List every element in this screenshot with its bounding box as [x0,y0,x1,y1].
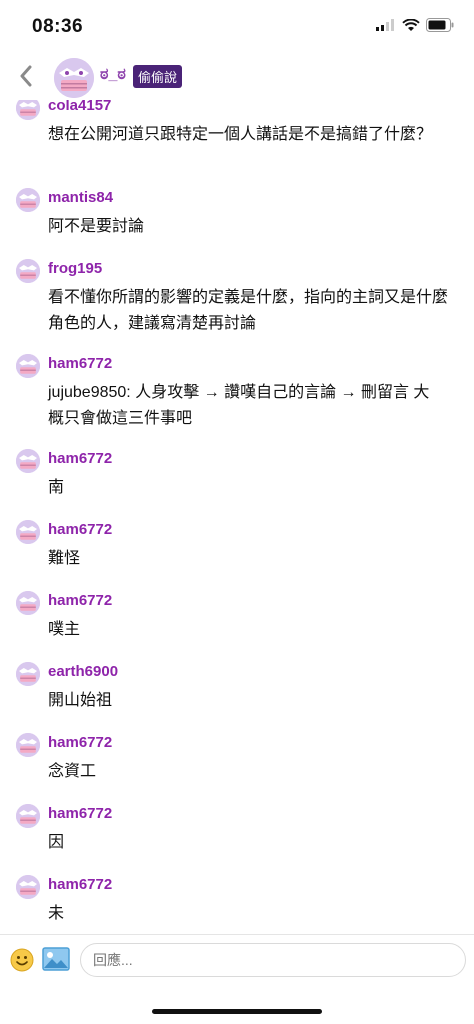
wifi-icon [402,18,420,31]
reply-input[interactable] [80,943,466,977]
avatar[interactable] [16,354,40,378]
emoji-button[interactable] [10,948,34,972]
status-time: 08:36 [32,16,84,37]
message-text: 想在公開河道只跟特定一個人講話是不是搞錯了什麼？ [48,126,433,143]
image-upload-button[interactable] [42,947,70,971]
message-text: 難怪 [48,550,81,567]
avatar[interactable] [54,58,94,98]
qualifier-badge: 偷偷說 [133,65,183,88]
avatar[interactable] [16,733,40,757]
mask-avatar-icon [16,591,40,615]
reply-composer [0,934,474,987]
battery-icon [426,18,454,32]
avatar[interactable] [16,259,40,283]
username[interactable]: ham6772 [48,805,112,822]
username[interactable]: frog195 [48,260,102,277]
username[interactable]: ham6772 [48,355,112,372]
avatar[interactable] [16,591,40,615]
avatar[interactable] [16,804,40,828]
smiley-icon [10,948,34,972]
message-text: 噗主 [48,621,81,638]
mask-avatar-icon [16,733,40,757]
username[interactable]: ham6772 [48,876,112,893]
username[interactable]: mantis84 [48,189,113,206]
message-text: 南 [48,479,65,496]
home-indicator[interactable] [152,1009,322,1014]
message-text: 未 [48,905,65,922]
avatar[interactable] [16,449,40,473]
mask-avatar-icon [16,520,40,544]
avatar[interactable] [16,520,40,544]
mask-avatar-icon [16,662,40,686]
username[interactable]: ham6772 [48,592,112,609]
status-bar: 08:36 [0,0,474,56]
author-nickname[interactable]: ಠ_ಠ [100,66,126,84]
message-text: 因 [48,834,65,851]
avatar[interactable] [16,188,40,212]
plurk-header: ಠ_ಠ 偷偷說 [0,56,474,100]
status-icons [376,18,454,32]
message-text: 開山始祖 [48,692,113,709]
mask-avatar-icon [16,875,40,899]
message-text: 阿不是要討論 [48,218,145,235]
mask-avatar-icon [16,804,40,828]
mask-avatar-icon [16,354,40,378]
avatar[interactable] [16,875,40,899]
username[interactable]: earth6900 [48,663,118,680]
mask-avatar-icon [16,259,40,283]
chevron-left-icon [20,65,32,87]
mask-avatar-icon [54,58,94,98]
message-text: 念資工 [48,763,97,780]
mask-avatar-icon [16,188,40,212]
username[interactable]: ham6772 [48,734,112,751]
message-text: jujube9850: 人身攻擊 → 讚嘆自己的言論 → 刪留言 大概只會做這三… [48,384,430,427]
message-text: 看不懂你所謂的影響的定義是什麼，指向的主詞又是什麼角色的人，建議寫清楚再討論 [48,289,449,332]
avatar[interactable] [16,662,40,686]
response-list[interactable]: cola4157 想在公開河道只跟特定一個人講話是不是搞錯了什麼？ mantis… [0,92,474,934]
image-icon [42,947,70,971]
signal-icon [376,19,394,31]
back-button[interactable] [12,62,40,90]
username[interactable]: ham6772 [48,450,112,467]
username[interactable]: ham6772 [48,521,112,538]
mask-avatar-icon [16,449,40,473]
